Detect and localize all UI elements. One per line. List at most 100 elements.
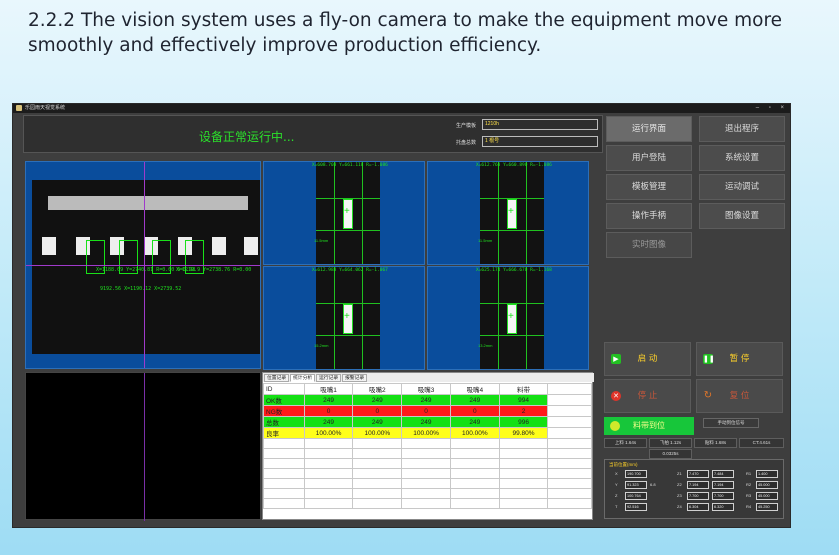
nav-live-image[interactable]: 实时图像 [606, 232, 692, 258]
tab-alarm-log[interactable]: 报警记录 [342, 374, 368, 382]
tab-run-log[interactable]: 运行记录 [316, 374, 342, 382]
r-label: R1 [746, 471, 752, 476]
table-cell-empty [547, 405, 592, 417]
stop-button[interactable]: ✕ 停 止 [604, 379, 691, 413]
nav-image-settings[interactable]: 图像设置 [699, 203, 785, 229]
secondary-camera-view [25, 372, 261, 521]
table-row-yield: 良率 100.00% 100.00% 100.00% 100.00% 99.80… [263, 427, 592, 439]
table-row-empty [263, 488, 592, 499]
table-cell: 249 [449, 416, 500, 428]
r-value: 1.400 [756, 470, 778, 478]
tray-field[interactable]: 1 根号 [482, 136, 598, 147]
sub-camera-2: + X=612.760 Y=660.890 R=-1.086 11.5mm [427, 161, 589, 265]
sub-side-label: 13.2mm [478, 343, 493, 348]
belt-ready-label: 料带到位 [633, 421, 665, 430]
header-id: ID [263, 383, 305, 395]
table-cell: 994 [498, 394, 549, 406]
nav-user-login[interactable]: 用户登陆 [606, 145, 692, 171]
table-cell: 249 [303, 416, 354, 428]
tab-position-log[interactable]: 位置记录 [264, 374, 290, 382]
part-square [42, 237, 56, 255]
row-label: NG数 [263, 405, 305, 417]
tab-statistics[interactable]: 统计分析 [290, 374, 316, 382]
start-label: 启 动 [637, 354, 658, 364]
belt-ready-button[interactable]: 料带到位 [604, 417, 694, 435]
window-controls[interactable]: – ▫ × [756, 104, 788, 113]
axis-label: T [615, 504, 618, 509]
table-cell: 100.00% [303, 427, 354, 439]
axis-value: 100.764 [625, 492, 647, 500]
header-nozzle-1: 吸嘴1 [303, 383, 354, 395]
manual-signal-button[interactable]: 手动到位信号 [703, 418, 759, 428]
table-row-empty [263, 458, 592, 469]
row-label: 总数 [263, 416, 305, 428]
template-field[interactable]: 1210h [482, 119, 598, 130]
row-label: OK数 [263, 394, 305, 406]
z-value: 7.194 [687, 481, 709, 489]
nav-exit-program[interactable]: 退出程序 [699, 116, 785, 142]
axis-value: 91.323 [625, 481, 647, 489]
mid-value: 7.484 [712, 470, 734, 478]
position-title: 当前位置(mm) [609, 462, 638, 467]
pause-icon: ❚❚ [703, 354, 715, 364]
z-label: Z4 [677, 504, 682, 509]
header-nozzle-3: 吸嘴3 [401, 383, 451, 395]
table-cell: 249 [449, 394, 500, 406]
camera-rail [48, 196, 248, 210]
nav-handle[interactable]: 操作手柄 [606, 203, 692, 229]
reset-icon: ↻ [703, 390, 713, 401]
nav-system-settings[interactable]: 系统设置 [699, 145, 785, 171]
table-cell: 249 [352, 394, 403, 406]
guide-line [480, 230, 544, 231]
tray-label: 托盘总数 [456, 140, 477, 146]
status-text: 设备正常运行中... [199, 130, 295, 144]
table-row-empty [263, 438, 592, 449]
nav-run-screen[interactable]: 运行界面 [606, 116, 692, 142]
table-cell: 99.80% [498, 427, 549, 439]
reset-label: 复 位 [729, 391, 750, 401]
crosshair-horizontal [26, 265, 260, 266]
app-title: 乐园雨天视觉系统 [25, 105, 66, 111]
sub-side-label: 15.2mm [314, 343, 329, 348]
z-label: Z3 [677, 493, 682, 498]
z-value: 7.700 [687, 492, 709, 500]
header-nozzle-2: 吸嘴2 [352, 383, 403, 395]
nav-motion-debug[interactable]: 运动调试 [699, 174, 785, 200]
sub-side-label: 11.5mm [478, 238, 493, 243]
center-plus-icon: + [344, 311, 350, 322]
nav-template-manage[interactable]: 模板管理 [606, 174, 692, 200]
mid-value: 7.700 [712, 492, 734, 500]
mid-value: 6.320 [712, 503, 734, 511]
z-label: Z2 [677, 482, 682, 487]
axis-extra: 6.8 [650, 482, 656, 487]
position-panel: 当前位置(mm) X 190.700 Y 91.323 6.8 Z 100.76… [604, 459, 784, 519]
table-row-total: 总数 249 249 249 249 996 [263, 416, 592, 428]
table-row-empty [263, 448, 592, 459]
timing-flyshot: 飞拍 1.12s [649, 438, 692, 448]
sub-readout: X=608.703 Y=661.118 R=-1.086 [312, 163, 388, 168]
axis-label: X [615, 471, 618, 476]
guide-line [362, 267, 363, 369]
sub-camera-1: + X=608.703 Y=661.118 R=-1.086 11.5mm [263, 161, 425, 265]
guide-line [362, 162, 363, 264]
sub-camera-4: + X=625.174 Y=666.670 R=-1.168 13.2mm [427, 266, 589, 370]
table-row-empty [263, 498, 592, 509]
table-cell: 100.00% [401, 427, 451, 439]
pause-button[interactable]: ❚❚ 暂 停 [696, 342, 783, 376]
r-label: R4 [746, 504, 752, 509]
table-row-empty [263, 468, 592, 479]
reset-button[interactable]: ↻ 复 位 [696, 379, 783, 413]
main-camera-view: X=1188.09 Y=2740.81 R=0.00 S=0.98 X=1219… [25, 161, 261, 369]
guide-line [334, 267, 335, 369]
status-dot-icon [610, 421, 620, 431]
main-readout-b: X=1219.9 Y=2738.76 R=0.00 [176, 267, 252, 273]
axis-value: 92.516 [625, 503, 647, 511]
guide-line [498, 267, 499, 369]
start-button[interactable]: ▶ 启 动 [604, 342, 691, 376]
z-value: 7.470 [687, 470, 709, 478]
table-cell-empty [547, 383, 592, 395]
guide-line [498, 162, 499, 264]
table-cell: 0 [352, 405, 403, 417]
center-plus-icon: + [508, 311, 514, 322]
table-cell: 0 [449, 405, 500, 417]
